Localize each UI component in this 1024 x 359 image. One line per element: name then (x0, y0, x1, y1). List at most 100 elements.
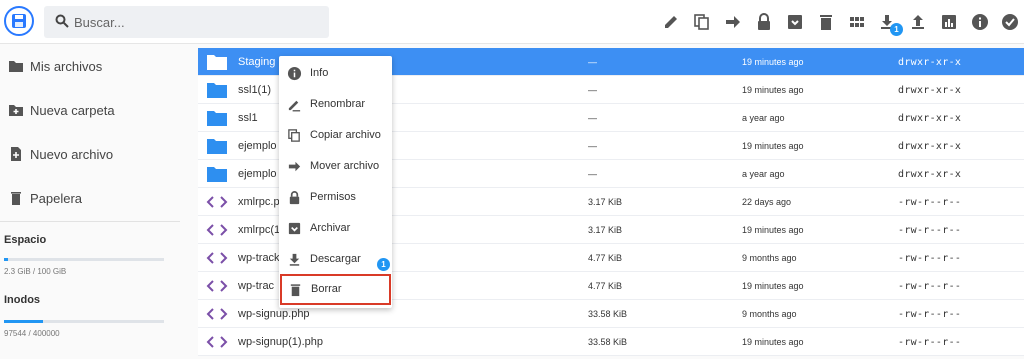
file-size: — (588, 141, 597, 151)
app-logo[interactable] (4, 6, 34, 36)
new-file-icon (11, 147, 21, 161)
upload-icon (912, 15, 924, 29)
file-size: 3.17 KiB (588, 225, 623, 235)
folder-icon-wrap (206, 53, 228, 76)
menu-item-label: Borrar (311, 283, 342, 295)
file-permissions: drwxr-xr-x (898, 169, 962, 180)
space-usage-bar (4, 258, 164, 261)
file-name: ssl1 (238, 112, 258, 124)
sidebar-item-new-folder[interactable]: Nueva carpeta (0, 89, 180, 133)
upload-button[interactable] (908, 12, 928, 32)
folder-icon (207, 83, 227, 98)
menu-item-label: Mover archivo (310, 160, 380, 172)
stats-button[interactable] (939, 12, 959, 32)
file-name: ssl1(1) (238, 84, 272, 96)
inodes-usage-fill (4, 320, 44, 323)
move-button[interactable] (723, 12, 743, 32)
file-size: 33.58 KiB (588, 309, 628, 319)
search-input[interactable] (74, 6, 324, 38)
file-name: wp-trac (238, 280, 275, 292)
rename-icon (288, 100, 301, 112)
sidebar-item-label: Mis archivos (30, 59, 103, 74)
code-file-icon (206, 308, 228, 320)
sidebar-item-new-file[interactable]: Nuevo archivo (0, 133, 180, 177)
menu-item-delete[interactable]: Borrar (280, 274, 391, 305)
lock-icon (758, 13, 770, 30)
folder-icon (207, 55, 227, 70)
code-file-icon (206, 224, 228, 236)
delete-icon (290, 284, 301, 297)
save-disk-icon (12, 14, 26, 28)
file-modified: 19 minutes ago (742, 337, 804, 347)
select-button[interactable] (1000, 12, 1020, 32)
file-permissions: -rw-r--r-- (898, 281, 962, 292)
info-button[interactable] (970, 12, 990, 32)
file-permissions: -rw-r--r-- (898, 225, 962, 236)
menu-item-label: Info (310, 67, 329, 79)
file-size: 4.77 KiB (588, 281, 623, 291)
inodes-usage-bar (4, 320, 164, 323)
file-modified: 19 minutes ago (742, 57, 804, 67)
menu-item-label: Copiar archivo (310, 129, 381, 141)
folder-icon-wrap (206, 81, 228, 104)
delete-button[interactable] (816, 12, 836, 32)
copy-icon (288, 129, 300, 142)
file-modified: 9 months ago (742, 253, 797, 263)
sidebar-item-trash[interactable]: Papelera (0, 177, 180, 221)
file-name: wp-signup.php (238, 308, 310, 320)
download-badge: 1 (890, 23, 903, 36)
menu-item-rename[interactable]: Renombrar (279, 89, 392, 120)
file-name: xmlrpc(1 (238, 224, 281, 236)
file-permissions: -rw-r--r-- (898, 309, 962, 320)
file-size: 3.17 KiB (588, 197, 623, 207)
space-usage-text: 2.3 GiB / 100 GiB (4, 267, 67, 276)
search-box[interactable] (44, 6, 329, 38)
file-permissions: -rw-r--r-- (898, 337, 962, 348)
top-bar: 1 (0, 0, 1024, 44)
download-icon (289, 253, 300, 266)
lock-icon (289, 191, 300, 205)
sidebar-item-label: Papelera (30, 191, 83, 206)
menu-item-info[interactable]: Info (279, 58, 392, 89)
info-icon (972, 14, 988, 30)
context-menu: Info Renombrar Copiar archivo Mover arch… (279, 56, 392, 308)
copy-button[interactable] (692, 12, 712, 32)
file-size: — (588, 57, 597, 67)
copy-icon (694, 14, 709, 30)
code-file-icon-wrap (206, 249, 228, 272)
menu-item-archive[interactable]: Archivar (279, 213, 392, 244)
download-badge: 1 (377, 258, 390, 271)
menu-item-download[interactable]: Descargar (279, 244, 392, 275)
grid-view-button[interactable] (847, 12, 867, 32)
folder-icon-wrap (206, 109, 228, 132)
sidebar-item-label: Nueva carpeta (30, 103, 115, 118)
file-modified: 19 minutes ago (742, 225, 804, 235)
folder-icon (207, 167, 227, 182)
stats-icon (942, 15, 956, 29)
code-file-icon (206, 336, 228, 348)
info-icon (287, 66, 302, 81)
file-modified: 22 days ago (742, 197, 792, 207)
file-name: Staging (238, 56, 276, 68)
sidebar: Mis archivos Nueva carpeta Nuevo archivo… (0, 45, 180, 359)
menu-item-copy[interactable]: Copiar archivo (279, 120, 392, 151)
file-modified: a year ago (742, 113, 785, 123)
code-file-icon-wrap (206, 333, 228, 356)
archive-button[interactable] (785, 12, 805, 32)
menu-item-label: Archivar (310, 222, 351, 234)
folder-icon (207, 139, 227, 154)
edit-button[interactable] (661, 12, 681, 32)
menu-item-label: Descargar (310, 253, 361, 265)
edit-icon (665, 16, 677, 28)
inodes-usage-text: 97544 / 400000 (4, 329, 60, 338)
menu-item-permissions[interactable]: Permisos (279, 182, 392, 213)
download-button[interactable]: 1 (877, 12, 903, 36)
move-icon (726, 16, 740, 28)
sidebar-item-my-files[interactable]: Mis archivos (0, 45, 180, 89)
permissions-button[interactable] (754, 12, 774, 32)
file-name: xmlrpc.p (238, 196, 280, 208)
file-modified: 19 minutes ago (742, 85, 804, 95)
file-row[interactable]: wp-signup(1).php 33.58 KiB 19 minutes ago -… (198, 328, 1024, 356)
menu-item-move[interactable]: Mover archivo (279, 151, 392, 182)
file-permissions: -rw-r--r-- (898, 197, 962, 208)
